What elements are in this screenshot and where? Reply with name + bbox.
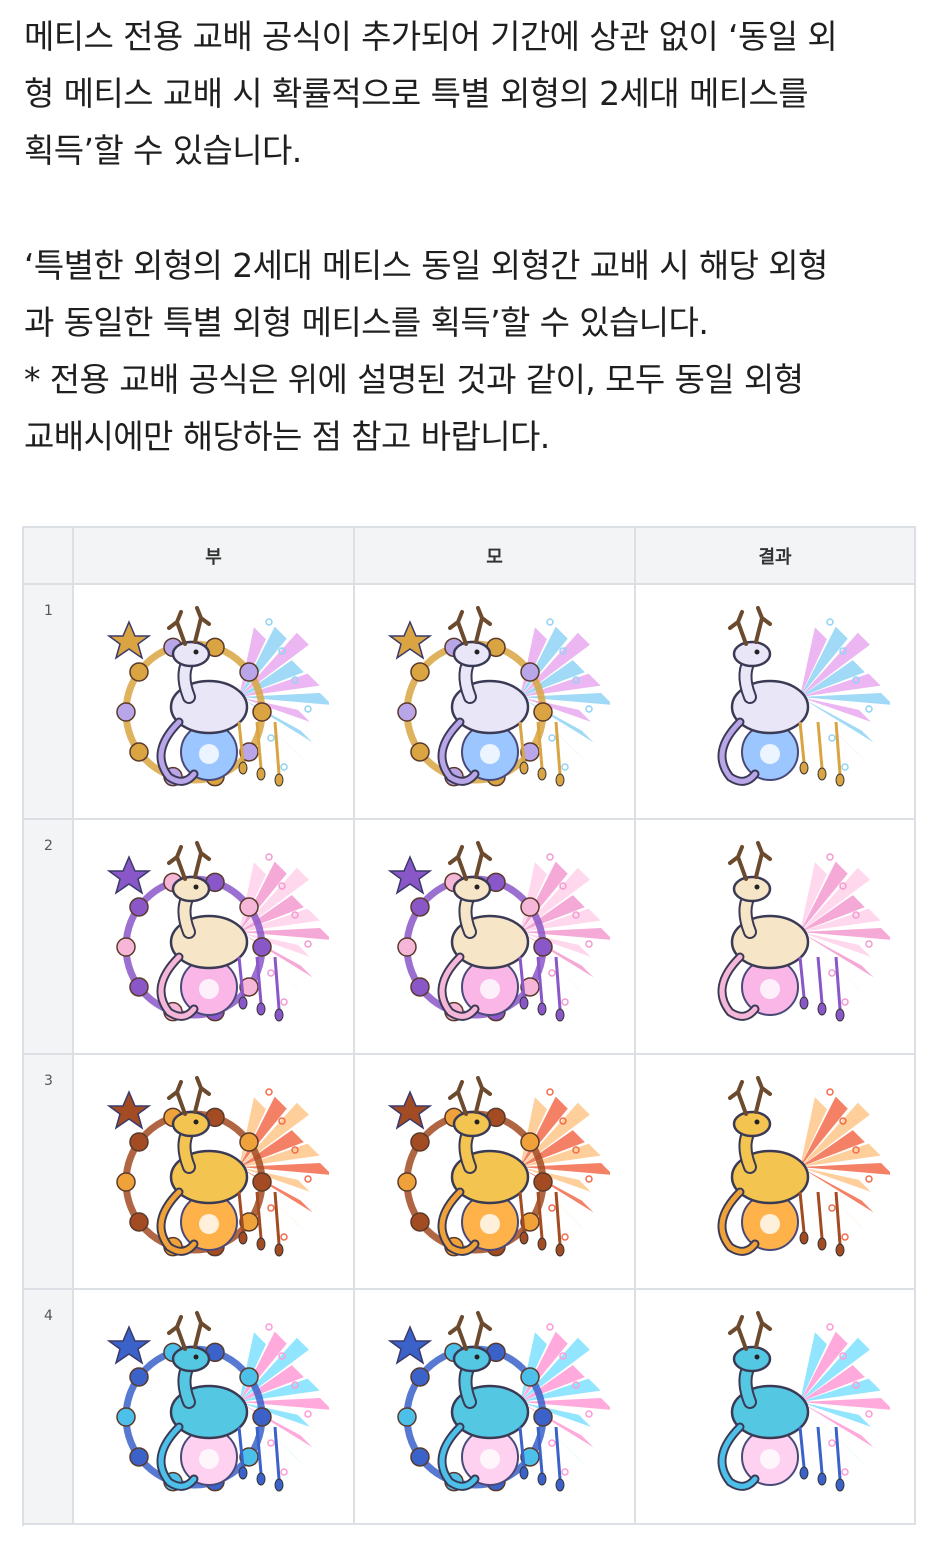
result-metis-image <box>636 1055 914 1288</box>
result-metis-cell <box>636 1055 916 1290</box>
special-appearance-paragraph: ‘특별한 외형의 2세대 메티스 동일 외형간 교배 시 해당 외형 과 동일한… <box>24 237 916 465</box>
header-result: 결과 <box>636 528 916 585</box>
row-index: 2 <box>44 838 53 854</box>
result-metis-image <box>636 585 914 818</box>
mother-metis-image <box>355 1055 634 1288</box>
result-metis-image <box>636 820 914 1053</box>
mother-metis-cell <box>355 820 636 1055</box>
header-index-cell <box>24 528 74 585</box>
row-index-cell: 4 <box>24 1290 74 1525</box>
intro-line-2: 형 메티스 교배 시 확률적으로 특별 외형의 2세대 메티스를 <box>24 74 809 113</box>
special-line-2: 과 동일한 특별 외형 메티스를 획득’할 수 있습니다. <box>24 303 709 342</box>
father-metis-image <box>74 820 353 1053</box>
special-line-1: ‘특별한 외형의 2세대 메티스 동일 외형간 교배 시 해당 외형 <box>24 246 828 285</box>
father-metis-image <box>74 1055 353 1288</box>
father-metis-cell <box>74 1290 355 1525</box>
table-row: 2 <box>24 820 916 1055</box>
intro-line-3: 획득’할 수 있습니다. <box>24 131 302 170</box>
header-father: 부 <box>74 528 355 585</box>
father-metis-cell <box>74 585 355 820</box>
mother-metis-cell <box>355 585 636 820</box>
note-line-1: * 전용 교배 공식은 위에 설명된 것과 같이, 모두 동일 외형 <box>24 360 804 399</box>
result-metis-cell <box>636 585 916 820</box>
mother-metis-cell <box>355 1055 636 1290</box>
table-body: 1 2 3 4 <box>24 585 916 1525</box>
mother-metis-image <box>355 820 634 1053</box>
row-index-cell: 1 <box>24 585 74 820</box>
intro-paragraph: 메티스 전용 교배 공식이 추가되어 기간에 상관 없이 ‘동일 외 형 메티스… <box>24 8 916 179</box>
father-metis-image <box>74 1290 353 1523</box>
father-metis-cell <box>74 820 355 1055</box>
row-index-cell: 3 <box>24 1055 74 1290</box>
row-index: 4 <box>44 1308 53 1324</box>
row-index-cell: 2 <box>24 820 74 1055</box>
table-row: 4 <box>24 1290 916 1525</box>
header-mother: 모 <box>355 528 636 585</box>
table-row: 1 <box>24 585 916 820</box>
result-metis-image <box>636 1290 914 1523</box>
table-row: 3 <box>24 1055 916 1290</box>
father-metis-cell <box>74 1055 355 1290</box>
row-index: 1 <box>44 603 53 619</box>
mother-metis-cell <box>355 1290 636 1525</box>
intro-line-1: 메티스 전용 교배 공식이 추가되어 기간에 상관 없이 ‘동일 외 <box>24 17 838 56</box>
result-metis-cell <box>636 820 916 1055</box>
mother-metis-image <box>355 585 634 818</box>
result-metis-cell <box>636 1290 916 1525</box>
mother-metis-image <box>355 1290 634 1523</box>
row-index: 3 <box>44 1073 53 1089</box>
table-header-row: 부 모 결과 <box>24 528 916 585</box>
note-line-2: 교배시에만 해당하는 점 참고 바랍니다. <box>24 417 550 456</box>
breeding-table: 부 모 결과 1 2 3 4 <box>22 526 916 1526</box>
father-metis-image <box>74 585 353 818</box>
